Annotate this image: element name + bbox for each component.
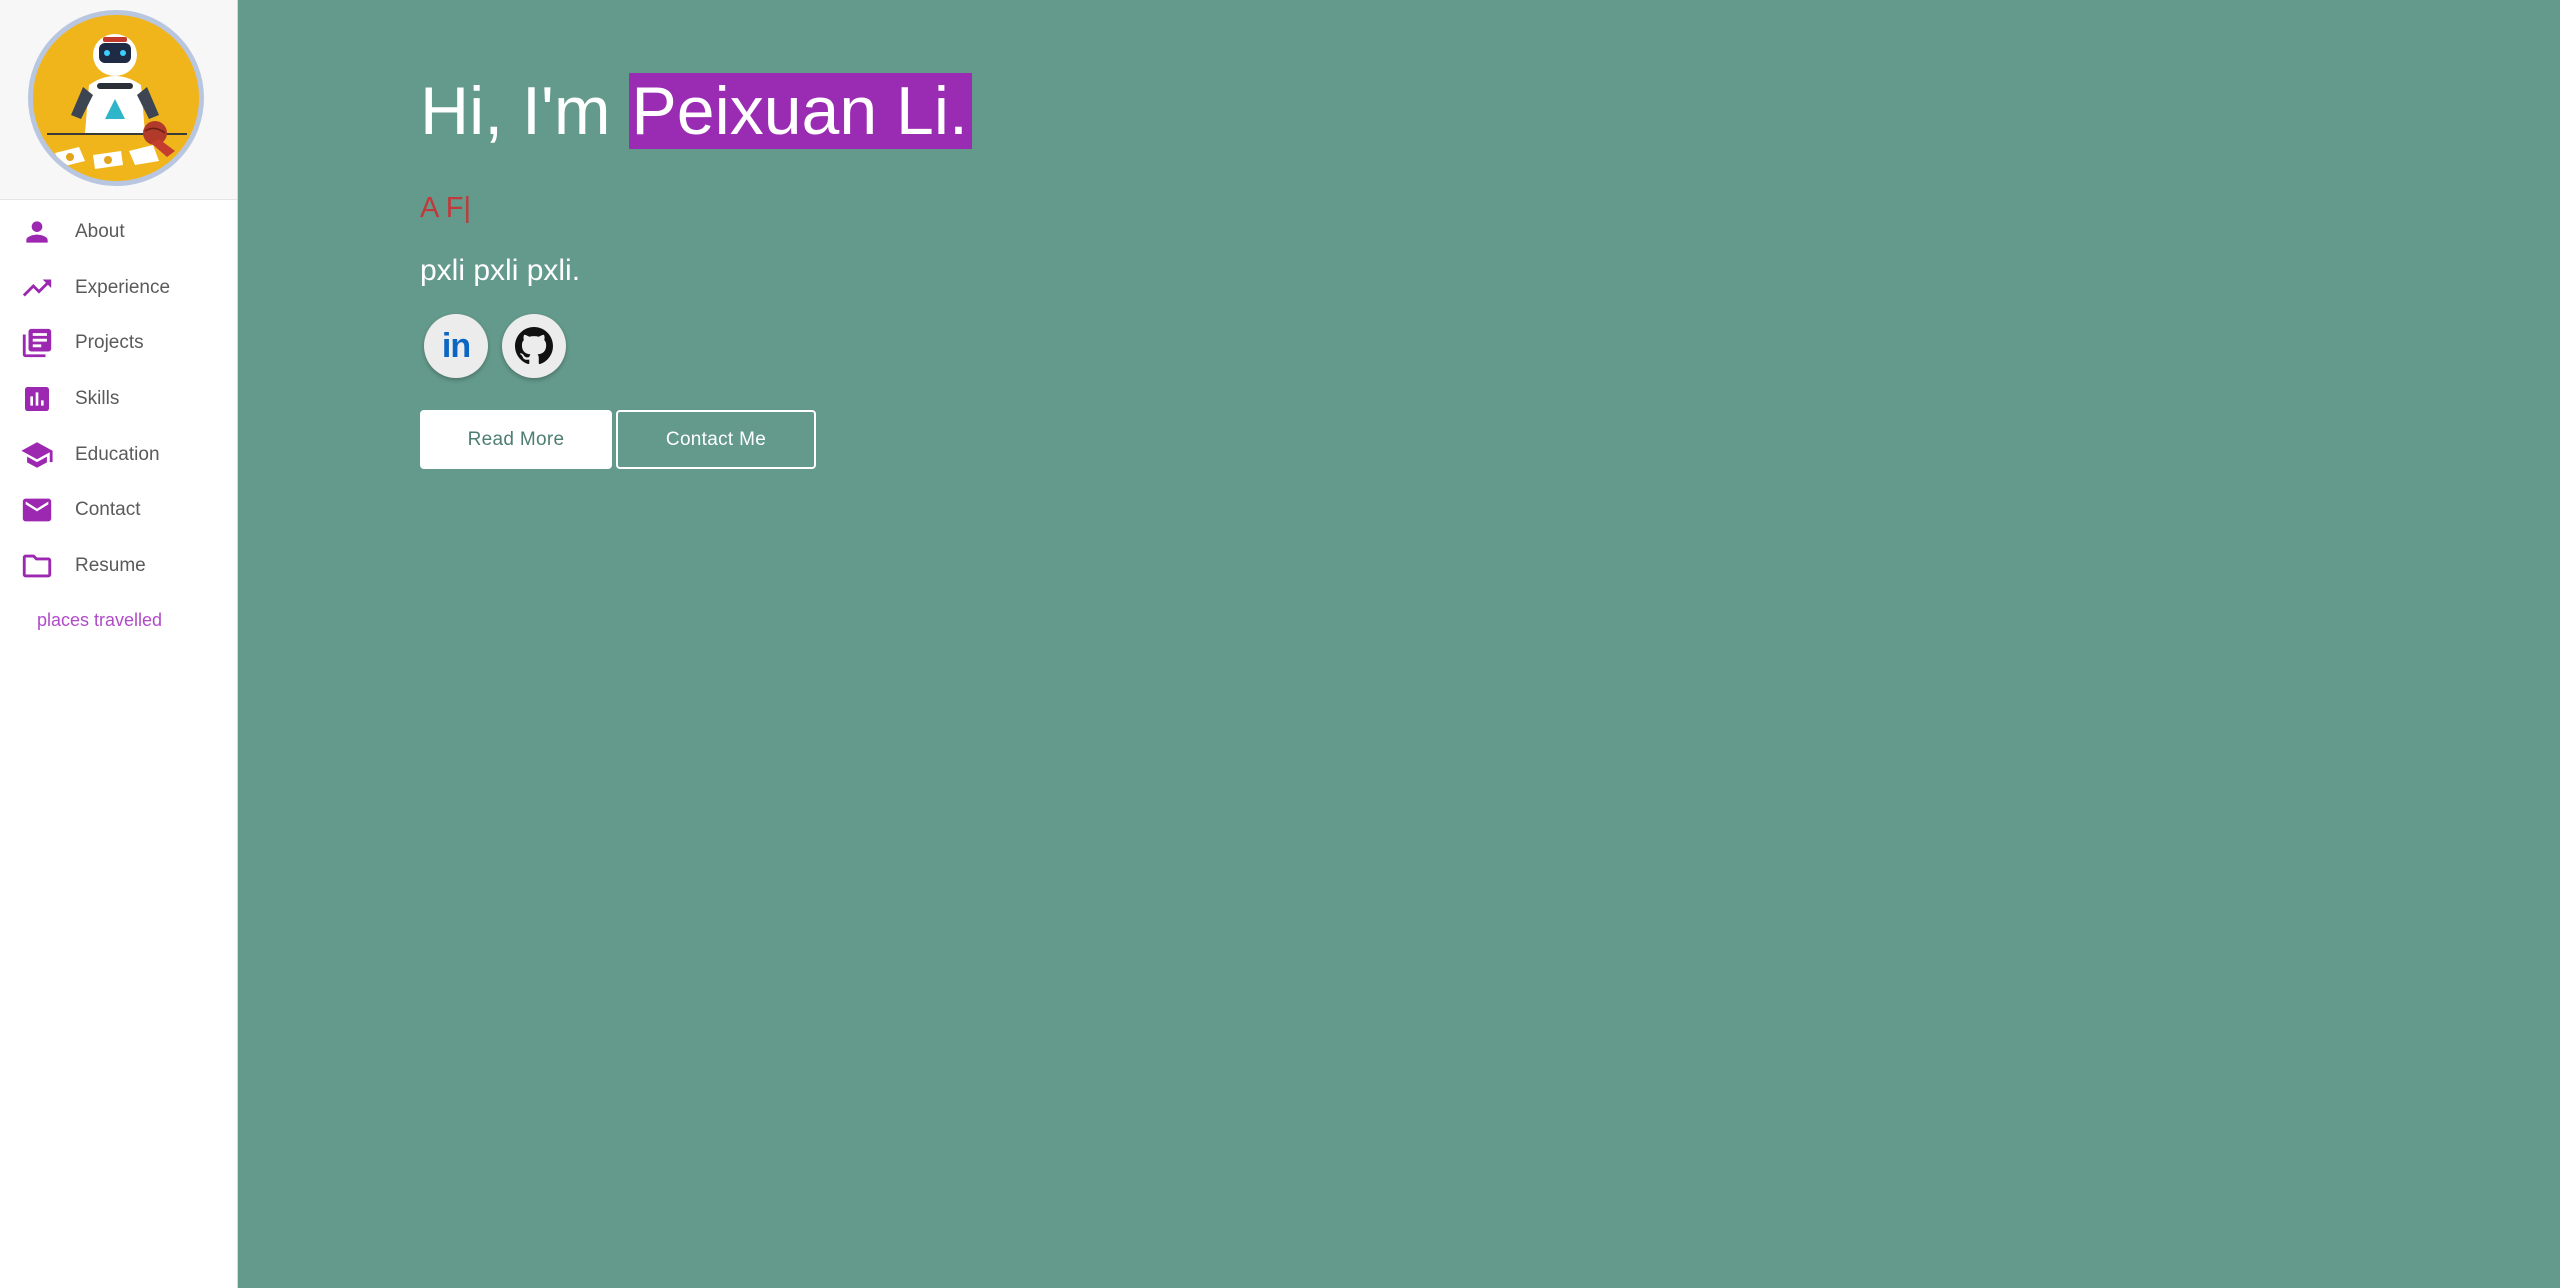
sidebar-item-skills[interactable]: Skills	[0, 371, 238, 427]
read-more-button[interactable]: Read More	[420, 410, 612, 469]
sidebar-item-label: Resume	[75, 555, 146, 576]
github-icon	[515, 327, 553, 365]
sidebar-item-label: About	[75, 221, 125, 242]
folder-icon	[20, 549, 54, 583]
hero-section: Hi, I'm Peixuan Li. A F| pxli pxli pxli.…	[238, 0, 2560, 1288]
places-travelled-link[interactable]: places travelled	[37, 610, 162, 631]
bar-chart-icon	[20, 382, 54, 416]
trending-up-icon	[20, 271, 54, 305]
hero-greeting: Hi, I'm	[420, 73, 630, 149]
hero-title: Hi, I'm Peixuan Li.	[420, 70, 972, 152]
sidebar-item-projects[interactable]: Projects	[0, 315, 238, 371]
hero-tagline: pxli pxli pxli.	[420, 254, 581, 287]
typed-cursor: |	[463, 192, 472, 224]
sidebar-header	[0, 0, 237, 200]
school-icon	[20, 438, 54, 472]
sidebar-item-experience[interactable]: Experience	[0, 260, 238, 316]
hero-name-highlight: Peixuan Li.	[629, 73, 972, 149]
typed-subtitle: A F|	[420, 192, 471, 225]
sidebar-item-label: Projects	[75, 332, 144, 353]
contact-me-button[interactable]: Contact Me	[616, 410, 816, 469]
linkedin-button[interactable]: in	[424, 314, 488, 378]
typed-text: A F	[420, 192, 464, 224]
sidebar-item-label: Contact	[75, 499, 141, 520]
person-icon	[20, 215, 54, 249]
sidebar-item-label: Education	[75, 444, 160, 465]
github-button[interactable]	[502, 314, 566, 378]
sidebar-item-label: Skills	[75, 388, 120, 409]
avatar[interactable]	[28, 10, 204, 186]
linkedin-icon: in	[441, 326, 471, 365]
sidebar-item-education[interactable]: Education	[0, 427, 238, 483]
robot-avatar-illustration	[33, 15, 199, 181]
library-books-icon	[20, 326, 54, 360]
sidebar-item-contact[interactable]: Contact	[0, 482, 238, 538]
sidebar-item-label: Experience	[75, 277, 171, 298]
sidebar: About Experience Projects Skills Educati…	[0, 0, 238, 1288]
sidebar-item-about[interactable]: About	[0, 204, 238, 260]
sidebar-item-resume[interactable]: Resume	[0, 538, 238, 594]
mail-icon	[20, 493, 54, 527]
